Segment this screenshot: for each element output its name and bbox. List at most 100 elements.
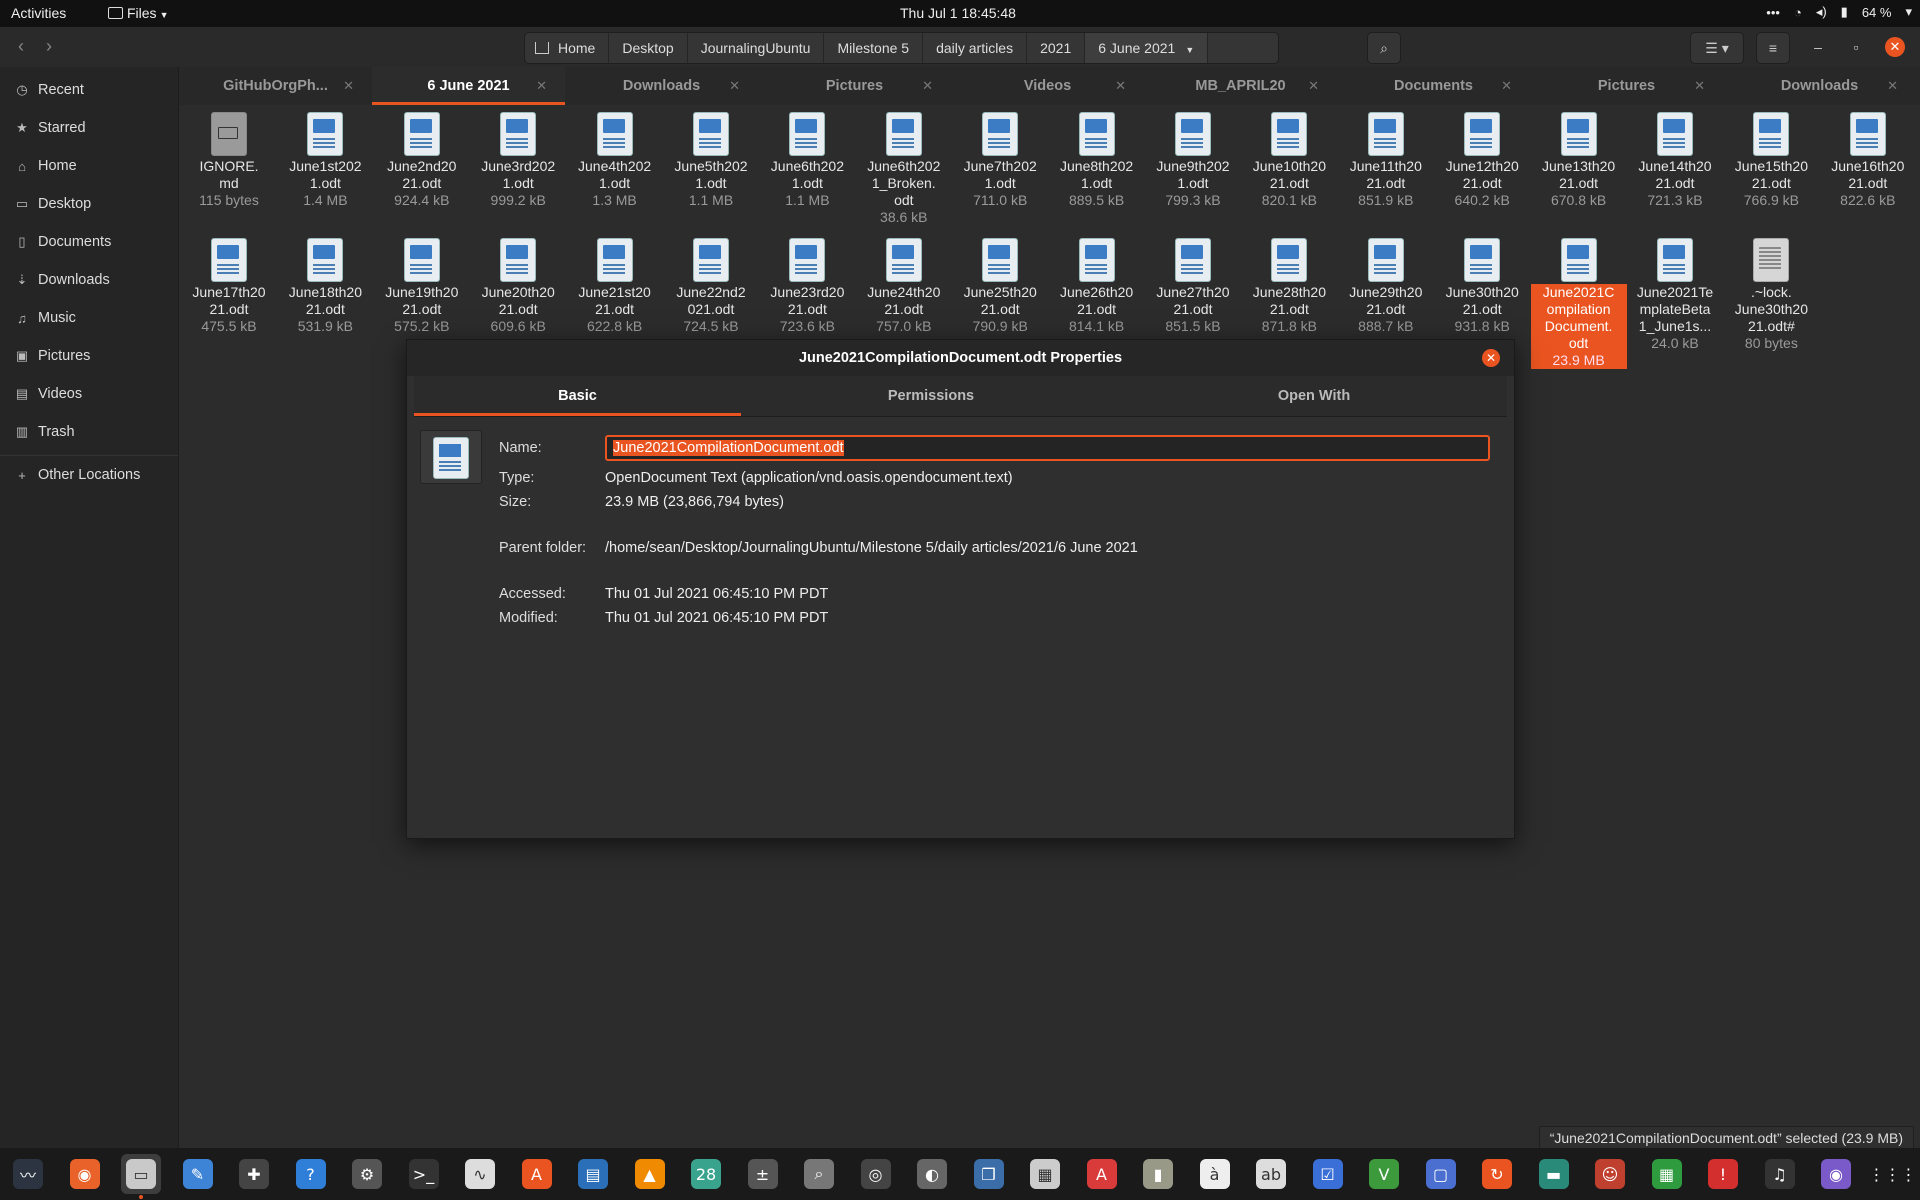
sidebar-item-recent[interactable]: ◷ Recent <box>0 71 178 109</box>
file-item[interactable]: June19th20 21.odt 575.2 kB <box>374 234 470 335</box>
breadcrumb-item[interactable]: 6 June 2021 ▼ <box>1085 33 1209 63</box>
file-item[interactable]: June2021Te mplateBeta 1_June1s... 24.0 kB <box>1627 234 1723 352</box>
breadcrumb-item[interactable]: Desktop <box>609 33 688 63</box>
file-item[interactable]: June18th20 21.odt 531.9 kB <box>277 234 373 335</box>
file-item[interactable]: June21st20 21.odt 622.8 kB <box>567 234 663 335</box>
app-menu[interactable]: Files ▼ <box>108 5 168 21</box>
dock-item[interactable]: A <box>1082 1154 1122 1194</box>
tab-close-icon[interactable]: ✕ <box>1115 67 1126 105</box>
file-item[interactable]: June2nd20 21.odt 924.4 kB <box>374 108 470 209</box>
tab-4[interactable]: Videos ✕ <box>951 67 1144 105</box>
dock-item[interactable]: ✚ <box>234 1154 274 1194</box>
dock-item[interactable]: ▦ <box>1647 1154 1687 1194</box>
dock-item[interactable]: ⋮⋮⋮ <box>1869 1154 1917 1194</box>
dock-item[interactable]: ∿ <box>460 1154 500 1194</box>
file-item[interactable]: June10th20 21.odt 820.1 kB <box>1241 108 1337 209</box>
sidebar-item-other-locations[interactable]: + Other Locations <box>0 456 178 494</box>
dock-item[interactable]: ab <box>1251 1154 1291 1194</box>
file-item[interactable]: June6th202 1_Broken. odt 38.6 kB <box>856 108 952 226</box>
dock-item[interactable]: ▤ <box>573 1154 613 1194</box>
file-item[interactable]: June24th20 21.odt 757.0 kB <box>856 234 952 335</box>
dock-item[interactable]: ❒ <box>969 1154 1009 1194</box>
sidebar-item-desktop[interactable]: ▭ Desktop <box>0 185 178 223</box>
file-item[interactable]: June3rd202 1.odt 999.2 kB <box>470 108 566 209</box>
sidebar-item-music[interactable]: ♫ Music <box>0 299 178 337</box>
file-item[interactable]: June4th202 1.odt 1.3 MB <box>567 108 663 209</box>
file-item[interactable]: June28th20 21.odt 871.8 kB <box>1241 234 1337 335</box>
sidebar-item-pictures[interactable]: ▣ Pictures <box>0 337 178 375</box>
dock-item[interactable]: 28 <box>686 1154 726 1194</box>
tab-close-icon[interactable]: ✕ <box>1501 67 1512 105</box>
file-item[interactable]: June22nd2 021.odt 724.5 kB <box>663 234 759 335</box>
dock-item[interactable]: A <box>517 1154 557 1194</box>
back-button[interactable]: ‹ <box>8 35 34 59</box>
file-item[interactable]: June23rd20 21.odt 723.6 kB <box>759 234 855 335</box>
more-icon[interactable]: ••• <box>1766 5 1780 20</box>
search-button[interactable]: ⌕ <box>1367 32 1401 64</box>
file-item[interactable]: June29th20 21.odt 888.7 kB <box>1338 234 1434 335</box>
tab-close-icon[interactable]: ✕ <box>343 67 354 105</box>
dock-item[interactable]: ▢ <box>1421 1154 1461 1194</box>
file-item[interactable]: June13th20 21.odt 670.8 kB <box>1531 108 1627 209</box>
dialog-close-button[interactable]: ✕ <box>1482 349 1500 367</box>
clock[interactable]: Thu Jul 1 18:45:48 <box>900 5 1016 21</box>
dock-item[interactable]: ? <box>291 1154 331 1194</box>
file-item[interactable]: June17th20 21.odt 475.5 kB <box>181 234 277 335</box>
file-item[interactable]: June7th202 1.odt 711.0 kB <box>952 108 1048 209</box>
tab-basic[interactable]: Basic <box>414 376 741 416</box>
tab-close-icon[interactable]: ✕ <box>1308 67 1319 105</box>
file-item[interactable]: June11th20 21.odt 851.9 kB <box>1338 108 1434 209</box>
file-item[interactable]: June20th20 21.odt 609.6 kB <box>470 234 566 335</box>
file-item[interactable]: June15th20 21.odt 766.9 kB <box>1723 108 1819 209</box>
file-icon-button[interactable] <box>420 430 482 484</box>
dock-item[interactable]: ⚙ <box>347 1154 387 1194</box>
dock-item[interactable]: ◉ <box>1816 1154 1856 1194</box>
file-item[interactable]: June30th20 21.odt 931.8 kB <box>1434 234 1530 335</box>
sidebar-item-trash[interactable]: ▥ Trash <box>0 413 178 451</box>
dock-item[interactable]: ☑ <box>1308 1154 1348 1194</box>
dock-item[interactable]: V <box>1364 1154 1404 1194</box>
sidebar-item-downloads[interactable]: ⇣ Downloads <box>0 261 178 299</box>
tab-5[interactable]: MB_APRIL20 ✕ <box>1144 67 1337 105</box>
minimize-button[interactable]: – <box>1808 37 1828 57</box>
tab-6[interactable]: Documents ✕ <box>1337 67 1530 105</box>
dock-item[interactable]: ▮ <box>1138 1154 1178 1194</box>
file-item[interactable]: June26th20 21.odt 814.1 kB <box>1049 234 1145 335</box>
name-field[interactable] <box>605 435 1490 461</box>
tab-close-icon[interactable]: ✕ <box>922 67 933 105</box>
dock-item[interactable]: ▭ <box>121 1154 161 1199</box>
tab-2[interactable]: Downloads ✕ <box>565 67 758 105</box>
tab-3[interactable]: Pictures ✕ <box>758 67 951 105</box>
file-item[interactable]: June12th20 21.odt 640.2 kB <box>1434 108 1530 209</box>
file-item[interactable]: June8th202 1.odt 889.5 kB <box>1049 108 1145 209</box>
menu-button[interactable]: ≡ <box>1756 32 1790 64</box>
sidebar-item-starred[interactable]: ★ Starred <box>0 109 178 147</box>
dock-item[interactable]: ♫ <box>1760 1154 1800 1194</box>
file-item[interactable]: June2021C ompilation Document. odt 23.9 M… <box>1530 234 1627 369</box>
dock-item[interactable]: ◐ <box>912 1154 952 1194</box>
dock-item[interactable]: ! <box>1703 1154 1743 1194</box>
tab-close-icon[interactable]: ✕ <box>1887 67 1898 105</box>
file-item[interactable]: June5th202 1.odt 1.1 MB <box>663 108 759 209</box>
breadcrumb-item[interactable]: Milestone 5 <box>824 33 924 63</box>
forward-button[interactable]: › <box>36 35 62 59</box>
maximize-button[interactable]: ▫ <box>1846 37 1866 57</box>
file-item[interactable]: June14th20 21.odt 721.3 kB <box>1627 108 1723 209</box>
dock-item[interactable]: à <box>1195 1154 1235 1194</box>
dock-item[interactable]: 〰 <box>8 1154 48 1194</box>
file-item[interactable]: .~lock. June30th20 21.odt# 80 bytes <box>1723 234 1819 352</box>
tab-close-icon[interactable]: ✕ <box>729 67 740 105</box>
breadcrumb-item[interactable]: daily articles <box>923 33 1028 63</box>
chevron-down-icon[interactable]: ▾ <box>1905 4 1912 20</box>
parent-folder-value[interactable]: /home/sean/Desktop/JournalingUbuntu/Mile… <box>605 540 1138 556</box>
sidebar-item-videos[interactable]: ▤ Videos <box>0 375 178 413</box>
dock-item[interactable]: ☺ <box>1590 1154 1630 1194</box>
sidebar-item-home[interactable]: ⌂ Home <box>0 147 178 185</box>
dock-item[interactable]: ▦ <box>1025 1154 1065 1194</box>
dock-item[interactable]: ↻ <box>1477 1154 1517 1194</box>
file-item[interactable]: June16th20 21.odt 822.6 kB <box>1820 108 1916 209</box>
dock-item[interactable]: >_ <box>404 1154 444 1194</box>
file-item[interactable]: June6th202 1.odt 1.1 MB <box>759 108 855 209</box>
system-tray[interactable]: ••• ◔ ◂) ▮ 64 % ▾ <box>1766 4 1912 20</box>
tab-0[interactable]: GitHubOrgPh... ✕ <box>179 67 372 105</box>
